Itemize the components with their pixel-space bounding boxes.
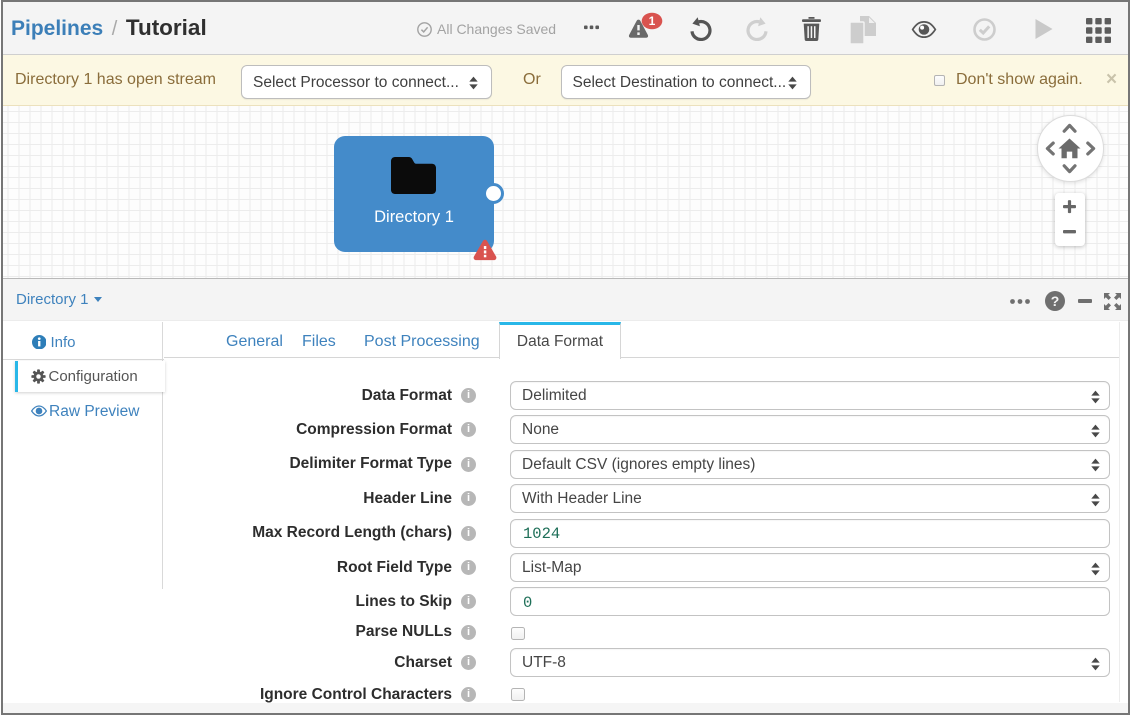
- svg-text:1: 1: [649, 14, 656, 28]
- svg-text:?: ?: [1051, 293, 1060, 309]
